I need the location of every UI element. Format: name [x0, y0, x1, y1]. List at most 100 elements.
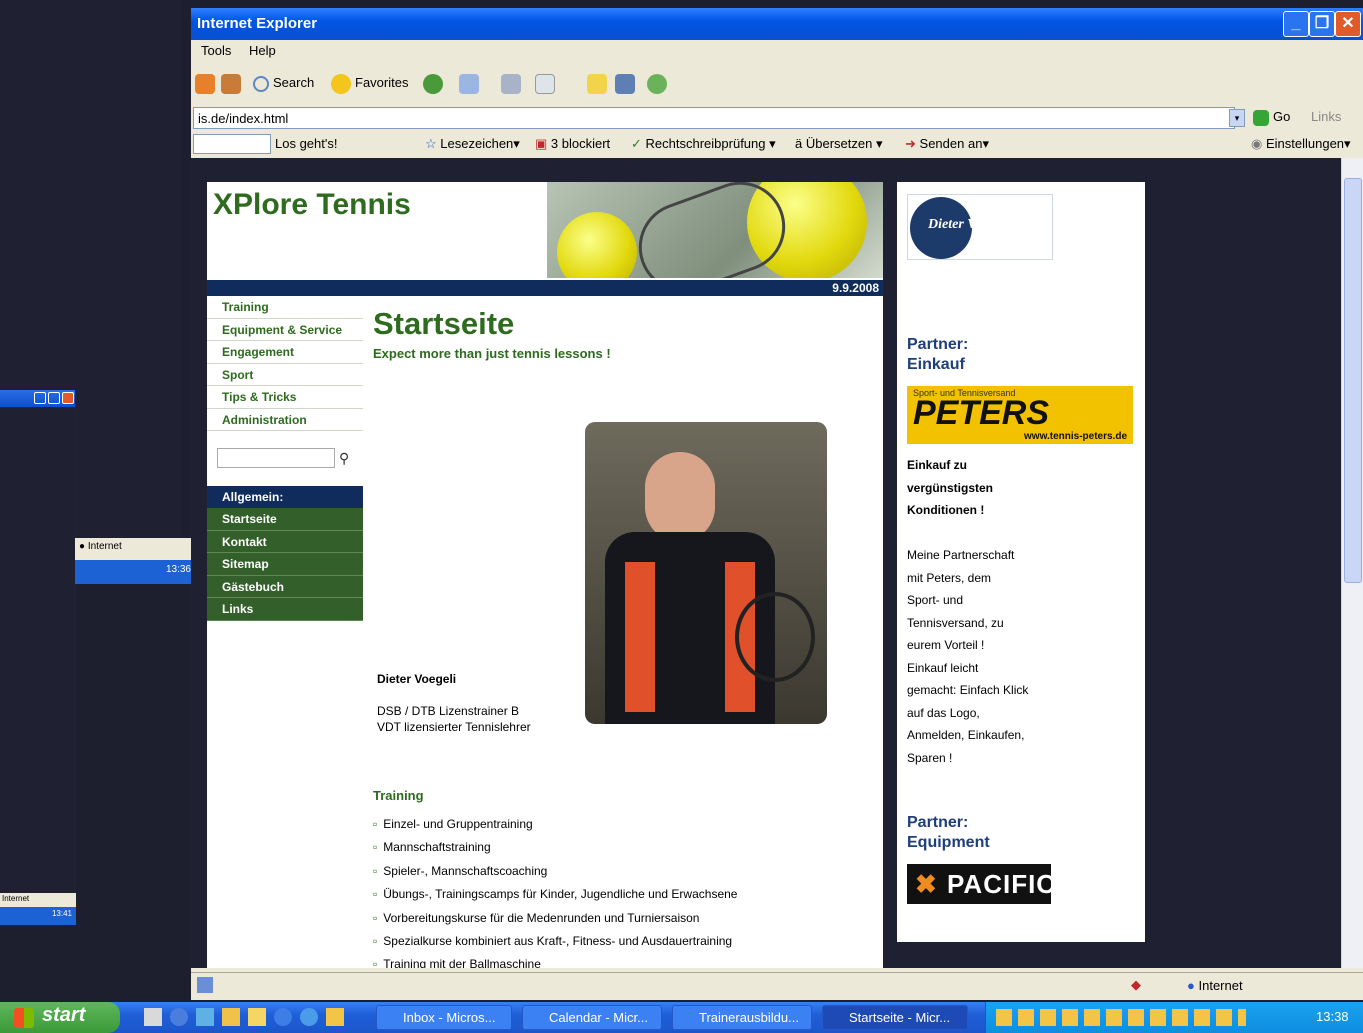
spellcheck-label: Rechtschreibprüfung	[645, 136, 766, 151]
folder-icon[interactable]	[248, 1008, 266, 1026]
peters-logo[interactable]: Sport- und Tennisversand PETERS www.tenn…	[907, 386, 1133, 444]
task-trainerausbildung[interactable]: Trainerausbildu...	[672, 1005, 812, 1030]
address-input[interactable]: is.de/index.html	[193, 107, 1235, 129]
nav-links[interactable]: Links	[207, 598, 363, 621]
history-button[interactable]	[423, 72, 447, 94]
partner-heading-sub: Equipment	[907, 834, 990, 851]
task-label: Inbox - Micros...	[403, 1010, 496, 1025]
home-button[interactable]	[195, 72, 219, 94]
scrollbar-thumb[interactable]	[1344, 178, 1362, 583]
go-button[interactable]: Go	[1253, 109, 1290, 126]
page-title: Startseite	[373, 306, 515, 341]
general-nav: Startseite Kontakt Sitemap Gästebuch Lin…	[207, 508, 363, 621]
text-line: vergünstigsten	[907, 480, 994, 495]
background-tray: 13:36	[75, 560, 197, 584]
spellcheck-button[interactable]: ✓ Rechtschreibprüfung ▾	[631, 136, 776, 152]
search-icon[interactable]: ⚲	[339, 450, 355, 466]
list-item: Einzel- und Gruppentraining	[373, 816, 737, 839]
media-icon[interactable]	[170, 1008, 188, 1026]
clock: 13:41	[51, 909, 72, 918]
messenger-icon[interactable]	[196, 1008, 214, 1026]
close-button[interactable]: ✕	[1335, 11, 1361, 37]
refresh-icon	[221, 73, 241, 94]
menu-help[interactable]: Help	[249, 43, 276, 58]
translate-button[interactable]: ä Übersetzen ▾	[795, 136, 882, 152]
task-inbox[interactable]: Inbox - Micros...	[376, 1005, 512, 1030]
training-list: Einzel- und Gruppentraining Mannschaftst…	[373, 816, 737, 968]
task-label: Calendar - Micr...	[549, 1010, 648, 1025]
pacific-wordmark: PACIFIC	[947, 869, 1057, 899]
ie-icon[interactable]	[300, 1008, 318, 1026]
refresh-button[interactable]	[221, 72, 245, 94]
search-button[interactable]: Search	[253, 72, 314, 94]
nav-sitemap[interactable]: Sitemap	[207, 553, 363, 576]
logo-text: Dieter Voegeli	[928, 217, 1010, 232]
partner-heading: Partner:	[907, 814, 969, 831]
text-line: Sport- und	[907, 593, 964, 607]
zone-label: Internet	[2, 894, 30, 903]
partner-description: Meine Partnerschaft mit Peters, dem Spor…	[907, 544, 1028, 769]
nav-engagement[interactable]: Engagement	[207, 341, 363, 364]
outlook-icon[interactable]	[326, 1008, 344, 1026]
peters-wordmark: PETERS	[913, 394, 1050, 432]
nav-administration[interactable]: Administration	[207, 409, 363, 431]
los-gehts-button[interactable]: Los geht's!	[275, 136, 337, 151]
left-nav: Training Equipment & Service Engagement …	[207, 296, 363, 431]
bookmarks-button[interactable]: ☆ Lesezeichen▾	[425, 136, 520, 152]
favorites-button[interactable]: Favorites	[331, 72, 408, 94]
notes-button[interactable]	[587, 72, 611, 94]
chevron-down-icon[interactable]: ▾	[1229, 109, 1245, 127]
nav-kontakt[interactable]: Kontakt	[207, 530, 363, 553]
tray-icons[interactable]	[996, 1009, 1246, 1026]
edit-button[interactable]	[535, 72, 559, 94]
title-bar[interactable]: Internet Explorer _ ❐ ✕	[191, 8, 1363, 40]
messenger-button[interactable]	[647, 72, 671, 94]
print-button[interactable]	[501, 72, 525, 94]
links-label[interactable]: Links	[1311, 109, 1341, 124]
list-item: Spezialkurse kombiniert aus Kraft-, Fitn…	[373, 933, 737, 956]
menu-tools[interactable]: Tools	[201, 43, 231, 58]
site-brand[interactable]: XPlore Tennis	[213, 188, 411, 222]
start-button[interactable]: start	[0, 1002, 120, 1033]
text-line: Meine Partnerschaft	[907, 548, 1015, 562]
popup-blocker-button[interactable]: ▣ 3 blockiert	[535, 136, 610, 152]
clock[interactable]: 13:38	[1316, 1009, 1349, 1024]
folder-icon[interactable]	[222, 1008, 240, 1026]
desktop-icon[interactable]	[144, 1008, 162, 1026]
nav-sport[interactable]: Sport	[207, 364, 363, 386]
vertical-scrollbar[interactable]	[1341, 158, 1363, 968]
nav-startseite[interactable]: Startseite	[207, 508, 363, 531]
browser-icon[interactable]	[274, 1008, 292, 1026]
task-calendar[interactable]: Calendar - Micr...	[522, 1005, 662, 1030]
minimize-button[interactable]: _	[1283, 11, 1309, 37]
pacific-logo[interactable]: ✖ PACIFIC	[907, 864, 1055, 904]
menu-bar: Tools Help	[191, 40, 1363, 62]
right-panel: Dieter Voegeli Partner: Einkauf Sport- u…	[897, 182, 1145, 942]
trainer-license-2: VDT lizensierter Tennislehrer	[377, 720, 531, 734]
partner-heading: Partner:	[907, 336, 969, 353]
nav-tips-tricks[interactable]: Tips & Tricks	[207, 386, 363, 409]
nav-equipment-service[interactable]: Equipment & Service	[207, 319, 363, 341]
text-line: eurem Vorteil !	[907, 638, 985, 652]
settings-button[interactable]: ◉ Einstellungen▾	[1251, 136, 1351, 152]
trainer-license-1: DSB / DTB Lizenstrainer B	[377, 704, 520, 718]
favorites-label: Favorites	[355, 75, 409, 90]
site-search-input[interactable]	[217, 448, 335, 468]
nav-training[interactable]: Training	[207, 296, 363, 319]
popup-icon: ◆	[1131, 977, 1141, 992]
messenger-icon	[647, 73, 667, 94]
nav-gaestebuch[interactable]: Gästebuch	[207, 575, 363, 598]
dieter-voegeli-logo[interactable]: Dieter Voegeli	[907, 194, 1053, 260]
send-button[interactable]: ➜ Senden an▾	[905, 136, 989, 152]
quick-launch	[140, 1008, 346, 1028]
task-startseite[interactable]: Startseite - Micr...	[822, 1005, 968, 1030]
toolbar-search-input[interactable]	[193, 134, 271, 154]
research-button[interactable]	[615, 72, 639, 94]
notes-icon	[587, 73, 607, 94]
training-heading: Training	[373, 788, 424, 803]
research-icon	[615, 73, 635, 94]
star-icon: ☆	[425, 136, 437, 151]
clock: 13:36	[165, 564, 191, 575]
maximize-button[interactable]: ❐	[1309, 11, 1335, 37]
mail-button[interactable]	[459, 72, 483, 94]
